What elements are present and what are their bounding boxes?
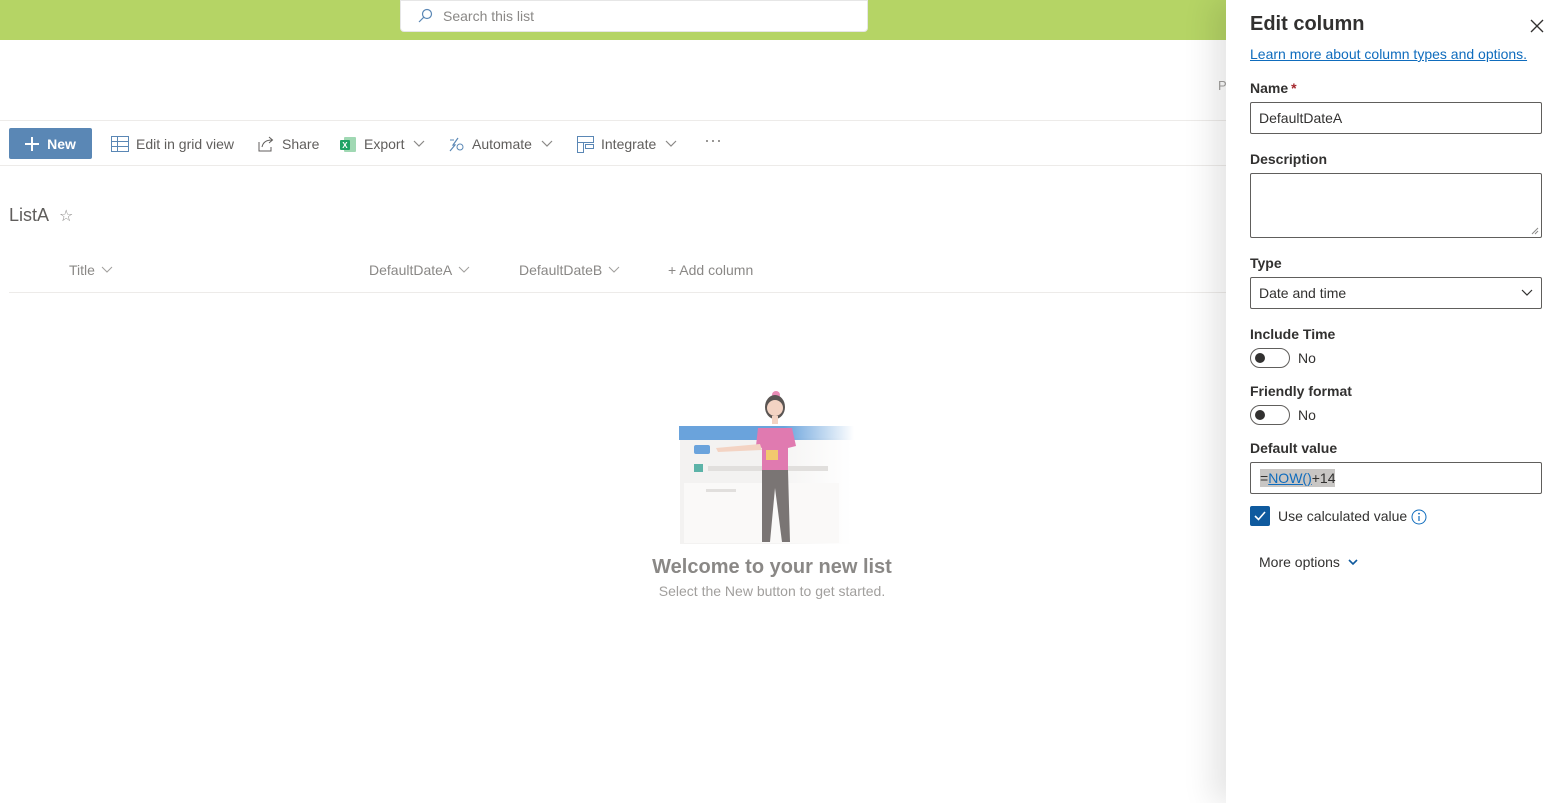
include-time-label: Include Time	[1250, 326, 1336, 342]
include-time-state: No	[1298, 350, 1316, 366]
new-button-label: New	[47, 135, 76, 152]
name-field-value: DefaultDateA	[1259, 110, 1343, 126]
friendly-format-label: Friendly format	[1250, 383, 1352, 399]
chevron-down-icon	[541, 140, 553, 147]
export-button[interactable]: X Export	[340, 133, 425, 155]
chevron-down-icon	[414, 140, 425, 147]
type-dropdown-value: Date and time	[1259, 285, 1347, 301]
more-commands-button[interactable]: ···	[704, 129, 722, 151]
share-button[interactable]: Share	[258, 133, 319, 155]
integrate-button[interactable]: Integrate	[577, 133, 677, 155]
empty-state-title: Welcome to your new list	[652, 556, 892, 578]
type-label: Type	[1250, 255, 1282, 271]
command-bar: New Edit in grid view Share X Export Aut…	[0, 120, 1226, 166]
automate-label: Automate	[472, 136, 532, 152]
name-field[interactable]: DefaultDateA	[1250, 102, 1542, 134]
add-column-button[interactable]: + Add column	[668, 262, 753, 278]
favorite-star-icon[interactable]: ☆	[59, 206, 73, 226]
default-value-text: =NOW()+14	[1260, 469, 1336, 487]
plus-icon	[25, 136, 40, 151]
excel-icon: X	[340, 136, 356, 152]
use-calculated-label: Use calculated value	[1278, 508, 1408, 524]
chevron-down-icon	[665, 140, 677, 147]
default-value-label: Default value	[1250, 440, 1338, 456]
name-label: Name *	[1250, 80, 1297, 96]
svg-text:X: X	[342, 141, 348, 150]
search-box[interactable]: Search this list	[400, 0, 868, 32]
empty-list-illustration	[679, 391, 854, 544]
automate-icon	[449, 137, 464, 151]
chevron-down-icon	[458, 266, 470, 273]
include-time-toggle[interactable]	[1250, 348, 1290, 368]
list-title: ListA	[9, 205, 50, 225]
chevron-down-icon	[1521, 289, 1533, 296]
edit-grid-label: Edit in grid view	[136, 136, 235, 152]
share-icon	[258, 136, 274, 152]
learn-more-link[interactable]: Learn more about column types and option…	[1250, 46, 1527, 62]
integrate-label: Integrate	[601, 136, 657, 152]
header-divider	[9, 292, 1226, 293]
more-options-label: More options	[1259, 554, 1340, 570]
export-label: Export	[364, 136, 405, 152]
add-column-label: + Add column	[668, 262, 754, 278]
toggle-knob	[1255, 353, 1265, 363]
column-header-defaultdateb[interactable]: DefaultDateB	[519, 262, 620, 278]
info-icon[interactable]	[1411, 509, 1427, 525]
search-placeholder: Search this list	[443, 8, 535, 24]
share-label: Share	[282, 136, 320, 152]
use-calculated-checkbox[interactable]	[1250, 506, 1270, 526]
friendly-format-toggle[interactable]	[1250, 405, 1290, 425]
more-icon: ···	[704, 129, 722, 150]
column-header-label: Title	[69, 262, 95, 278]
panel-title: Edit column	[1250, 13, 1365, 35]
name-label-text: Name	[1250, 80, 1289, 96]
required-marker: *	[1291, 80, 1297, 96]
formula-prefix: =	[1260, 470, 1269, 486]
edit-grid-view-button[interactable]: Edit in grid view	[111, 133, 234, 155]
edit-column-panel: Edit column Learn more about column type…	[1226, 0, 1558, 803]
automate-button[interactable]: Automate	[448, 133, 553, 155]
new-button[interactable]: New	[9, 128, 92, 159]
chevron-down-icon	[1348, 558, 1358, 565]
column-header-defaultdatea[interactable]: DefaultDateA	[369, 262, 470, 278]
grid-icon	[111, 136, 129, 152]
description-label: Description	[1250, 151, 1328, 167]
column-header-label: DefaultDateB	[519, 262, 603, 278]
formula-suffix: +14	[1311, 470, 1336, 486]
chevron-down-icon	[101, 266, 113, 273]
toggle-knob	[1255, 410, 1265, 420]
description-field[interactable]	[1250, 173, 1542, 238]
chevron-down-icon	[608, 266, 620, 273]
type-dropdown[interactable]: Date and time	[1250, 277, 1542, 309]
column-header-title[interactable]: Title	[69, 262, 113, 278]
column-header-label: DefaultDateA	[369, 262, 453, 278]
close-icon[interactable]	[1528, 17, 1546, 35]
friendly-format-state: No	[1298, 407, 1316, 423]
empty-state-subtitle: Select the New button to get started.	[658, 583, 886, 599]
checkmark-icon	[1254, 511, 1266, 521]
integrate-icon	[577, 135, 594, 153]
default-value-field[interactable]: =NOW()+14	[1250, 462, 1542, 494]
resize-handle-icon	[1531, 227, 1539, 235]
formula-function: NOW()	[1268, 470, 1312, 486]
more-options-button[interactable]: More options	[1259, 554, 1358, 570]
search-icon	[418, 8, 433, 23]
